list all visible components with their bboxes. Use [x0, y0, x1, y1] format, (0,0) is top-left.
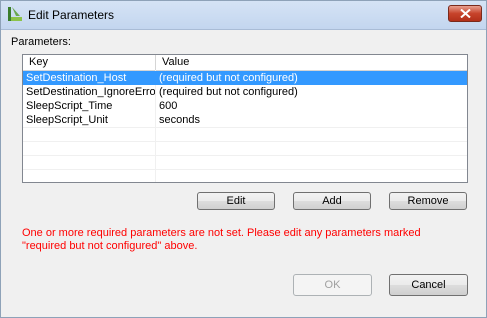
close-button[interactable]: [448, 5, 482, 22]
close-icon: [460, 9, 471, 18]
row-key: SleepScript_Unit: [26, 114, 108, 126]
empty-row-line: [23, 169, 467, 170]
parameters-label: Parameters:: [11, 36, 71, 48]
empty-row-line: [23, 141, 467, 142]
table-header: Key Value: [23, 55, 467, 71]
table-row[interactable]: SleepScript_Unit seconds: [23, 113, 467, 127]
column-header-key[interactable]: Key: [23, 56, 155, 70]
empty-row-line: [23, 155, 467, 156]
row-key: SetDestination_Host: [26, 72, 127, 84]
app-logo-icon: [8, 7, 22, 21]
validation-error-message: One or more required parameters are not …: [22, 227, 421, 252]
row-value: seconds: [159, 114, 200, 126]
row-key: SleepScript_Time: [26, 100, 113, 112]
table-row[interactable]: SetDestination_Host (required but not co…: [23, 71, 467, 85]
title-bar: Edit Parameters: [1, 1, 486, 30]
edit-button[interactable]: Edit: [197, 192, 275, 210]
row-value: (required but not configured): [159, 86, 298, 98]
row-value: (required but not configured): [159, 72, 298, 84]
parameters-table[interactable]: Key Value SetDestination_Host (required …: [22, 54, 468, 183]
row-value: 600: [159, 100, 178, 112]
edit-parameters-dialog: Edit Parameters Parameters: Key Value Se…: [0, 0, 487, 318]
ok-button[interactable]: OK: [293, 274, 372, 296]
empty-row-line: [23, 127, 467, 128]
remove-button[interactable]: Remove: [389, 192, 467, 210]
table-row[interactable]: SetDestination_IgnoreError (required but…: [23, 85, 467, 99]
table-row[interactable]: SleepScript_Time 600: [23, 99, 467, 113]
window-title: Edit Parameters: [28, 8, 115, 22]
add-button[interactable]: Add: [293, 192, 371, 210]
row-key: SetDestination_IgnoreError: [26, 86, 155, 98]
column-header-value[interactable]: Value: [156, 56, 467, 70]
cancel-button[interactable]: Cancel: [389, 274, 468, 296]
